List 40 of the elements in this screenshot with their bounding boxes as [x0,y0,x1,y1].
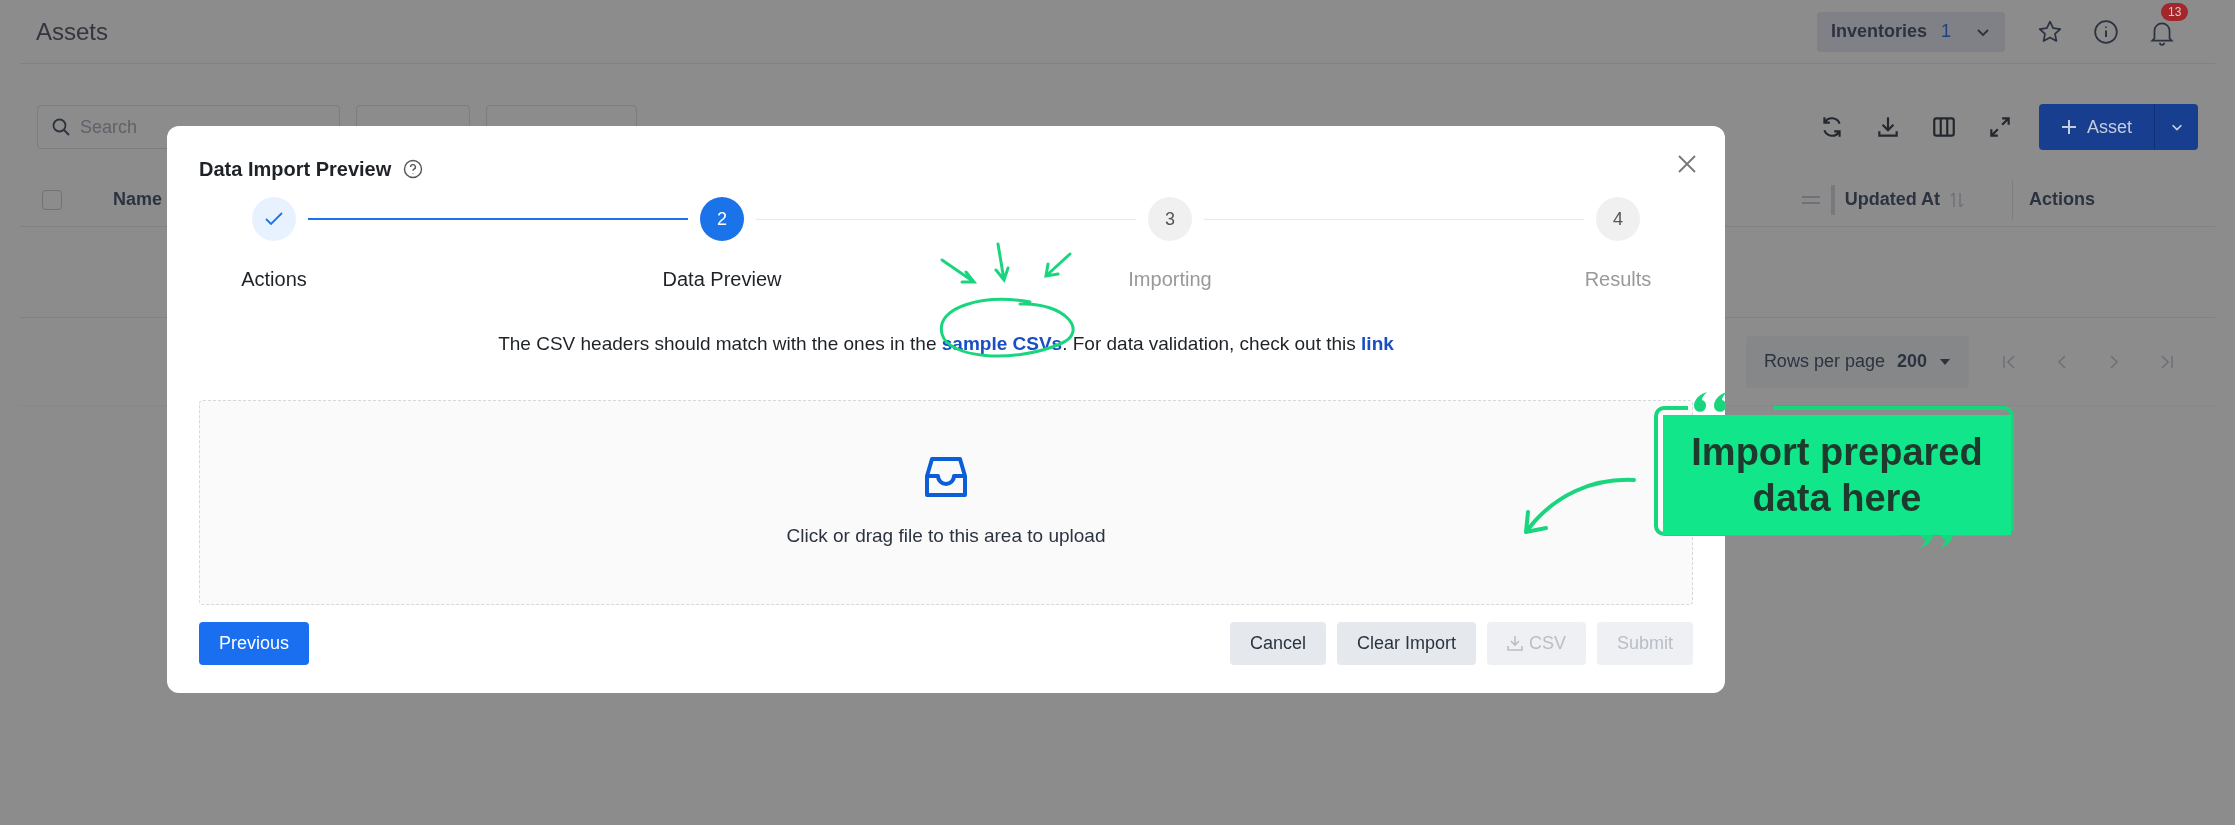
dialog-button[interactable]: Clear Import [1336,621,1476,665]
rows-per-page-label: Rows per page [1763,350,1885,373]
step-label: Importing [1128,267,1212,292]
add-asset-button[interactable]: Asset [2038,104,2154,150]
previous-button[interactable]: Previous [199,621,310,665]
rows-per-page-value: 200 [1896,350,1927,373]
help-icon[interactable] [403,159,424,179]
info-icon[interactable] [2093,18,2119,45]
check-icon [265,212,283,226]
page-title: Assets [36,16,109,47]
notification-badge: 13 [2161,2,2189,21]
close-icon[interactable] [1677,154,1697,174]
step-label: Results [1584,267,1652,292]
download-icon [1506,635,1523,651]
inventories-count: 1 [1941,20,1951,43]
link[interactable]: link [1361,333,1394,354]
checkbox[interactable] [42,189,62,210]
inventories-dropdown[interactable]: Inventories 1 [1816,11,2005,52]
upload-dropzone[interactable]: Click or drag file to this area to upload [199,399,1693,605]
columns-icon[interactable] [1930,114,1957,140]
step-label: Actions [241,267,307,292]
step-indicator: 4 [1596,197,1640,241]
column-header: Name [113,188,163,211]
step-label: Data Preview [662,267,782,292]
star-icon[interactable] [2037,18,2063,45]
column-header: Actions [2029,188,2095,211]
rows-per-page-selector[interactable]: Rows per page 200 [1745,335,1969,388]
dialog-title: Data Import Preview [199,157,392,182]
step-indicator: 3 [1148,197,1192,241]
inbox-icon [923,455,969,500]
inventories-label: Inventories [1830,20,1927,43]
callout-label: Import prepared data here [1663,415,2011,535]
column-header: Updated At [1844,188,1940,211]
plus-icon [2060,119,2077,135]
upload-hint: Click or drag file to this area to upload [786,523,1106,548]
search-icon [51,117,71,137]
dialog-button[interactable]: Cancel [1229,621,1326,665]
drag-handle-icon[interactable] [1800,194,1821,205]
caret-down-icon [1939,357,1951,366]
step-indicator: 2 [700,197,744,241]
